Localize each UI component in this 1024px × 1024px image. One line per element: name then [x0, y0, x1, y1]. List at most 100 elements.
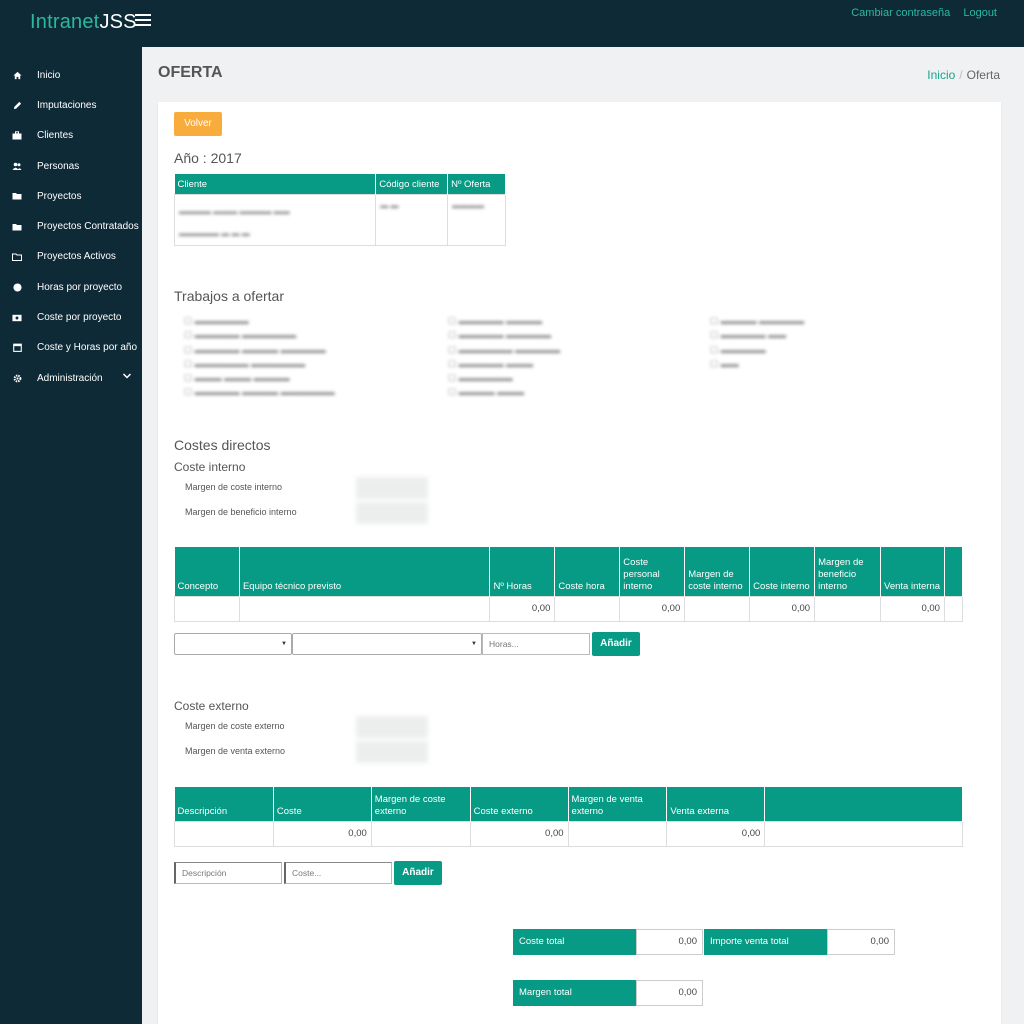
table-cell: ▬ ▬ — [375, 193, 449, 246]
margen-coste-interno-input[interactable] — [356, 477, 428, 499]
margen-total-box: Margen total 0,00 — [513, 980, 703, 1006]
sidebar-item-label: Proyectos Contratados — [37, 221, 139, 233]
sidebar-item-inicio[interactable]: Inicio — [0, 60, 142, 90]
sidebar-item-coste-horas-por-ano[interactable]: Coste y Horas por año — [0, 333, 142, 363]
table-cell: 0,00 — [272, 820, 372, 847]
back-button[interactable]: Volver — [174, 112, 222, 136]
briefcase-icon — [12, 131, 22, 141]
sidebar-item-clientes[interactable]: Clientes — [0, 121, 142, 151]
money-icon — [12, 313, 22, 323]
client-table: Cliente Código cliente Nº Oferta ▬▬▬▬ ▬▬… — [173, 174, 506, 246]
table-header: Coste — [273, 787, 372, 821]
pencil-icon — [12, 100, 22, 110]
table-row: 0,00 0,00 0,00 0,00 — [174, 595, 964, 622]
menu-toggle-icon[interactable] — [135, 14, 151, 28]
sidebar-item-personas[interactable]: Personas — [0, 151, 142, 181]
coste-total-label: Coste total — [513, 929, 636, 955]
table-header: Venta externa — [666, 787, 766, 821]
margen-beneficio-interno-label: Margen de beneficio interno — [185, 507, 297, 517]
brand-logo[interactable]: IntranetJSS — [30, 11, 137, 34]
importe-venta-total-label: Importe venta total — [704, 929, 827, 955]
breadcrumb: Inicio / Oferta — [927, 68, 1000, 82]
margen-venta-externo-input[interactable] — [356, 741, 428, 763]
add-external-button[interactable]: Añadir — [394, 861, 442, 885]
logout-link[interactable]: Logout — [963, 7, 997, 19]
table-cell: 0,00 — [469, 820, 569, 847]
trabajos-column: ☐ ▬▬▬▬▬ ▬▬▬▬ ☐ ▬▬▬▬▬ ▬▬▬▬▬ ☐ ▬▬▬▬▬▬ ▬▬▬▬▬ ☐… — [448, 316, 561, 398]
sidebar-item-label: Imputaciones — [37, 99, 97, 111]
sidebar-item-label: Administración — [37, 372, 103, 384]
importe-venta-total-box: Importe venta total 0,00 — [704, 929, 895, 955]
concepto-select[interactable]: ▼ — [174, 633, 292, 655]
caret-down-icon: ▼ — [471, 641, 477, 647]
main-content: OFERTA Inicio / Oferta Volver Año : 2017 C… — [142, 47, 1024, 1024]
table-header: Equipo técnico previsto — [239, 547, 491, 596]
table-header: Margen de beneficio interno — [814, 547, 882, 596]
table-header: Código cliente — [375, 174, 449, 194]
sidebar: Inicio Imputaciones Clientes Personas Pr… — [0, 47, 142, 1024]
sidebar-item-proyectos[interactable]: Proyectos — [0, 181, 142, 211]
year-heading: Año : 2017 — [174, 150, 242, 166]
breadcrumb-current: Oferta — [966, 68, 1000, 82]
margen-coste-externo-label: Margen de coste externo — [185, 721, 285, 731]
coste-input[interactable]: Coste... — [284, 862, 392, 884]
table-header: Cliente — [174, 174, 377, 194]
sidebar-item-label: Personas — [37, 160, 80, 172]
breadcrumb-home-link[interactable]: Inicio — [927, 68, 955, 82]
margen-coste-interno-label: Margen de coste interno — [185, 482, 283, 492]
top-links: Cambiar contraseña Logout — [841, 7, 997, 19]
table-cell: 0,00 — [749, 595, 816, 622]
folder-open-icon — [12, 252, 22, 262]
offer-card: Volver Año : 2017 Cliente Código cliente… — [158, 102, 1001, 1024]
page-title: OFERTA — [158, 64, 223, 81]
internal-cost-table: Concepto Equipo técnico previsto Nº Hora… — [174, 547, 964, 622]
equipo-select[interactable]: ▼ — [292, 633, 482, 655]
folder-icon — [12, 222, 22, 232]
home-icon — [12, 70, 22, 80]
margen-total-label: Margen total — [513, 980, 636, 1006]
coste-externo-heading: Coste externo — [174, 699, 249, 713]
table-header: Concepto — [174, 547, 240, 596]
costes-directos-heading: Costes directos — [174, 437, 271, 453]
horas-input[interactable]: Horas... — [482, 633, 590, 655]
sidebar-item-administracion[interactable]: Administración — [0, 363, 142, 393]
table-header: Coste interno — [749, 547, 816, 596]
trabajos-column: ☐ ▬▬▬▬ ▬▬▬▬▬ ☐ ▬▬▬▬▬ ▬▬ ☐ ▬▬▬▬▬ ☐ ▬▬ — [710, 316, 805, 369]
table-cell: 0,00 — [880, 595, 945, 622]
table-row: 0,00 0,00 0,00 — [174, 820, 963, 847]
sidebar-item-label: Coste por proyecto — [37, 312, 122, 324]
table-cell — [174, 820, 274, 847]
sidebar-item-coste-por-proyecto[interactable]: Coste por proyecto — [0, 302, 142, 332]
table-header: Coste personal interno — [619, 547, 686, 596]
breadcrumb-separator: / — [959, 68, 963, 82]
clock-icon — [12, 282, 22, 292]
add-internal-button[interactable]: Añadir — [592, 632, 640, 656]
descripcion-input[interactable]: Descripción — [174, 862, 282, 884]
table-cell — [567, 820, 668, 847]
sidebar-item-label: Proyectos — [37, 190, 82, 202]
table-header — [944, 547, 964, 596]
trabajos-heading: Trabajos a ofertar — [174, 288, 284, 304]
table-cell — [370, 820, 471, 847]
margen-beneficio-interno-input[interactable] — [356, 502, 428, 524]
table-cell — [943, 595, 964, 622]
table-cell — [684, 595, 751, 622]
sidebar-item-proyectos-activos[interactable]: Proyectos Activos — [0, 242, 142, 272]
sidebar-item-proyectos-contratados[interactable]: Proyectos Contratados — [0, 211, 142, 241]
table-cell: 0,00 — [619, 595, 686, 622]
table-header — [764, 787, 963, 821]
sidebar-item-label: Coste y Horas por año — [37, 342, 138, 354]
calendar-icon — [12, 343, 22, 353]
table-header: Margen de coste externo — [371, 787, 471, 821]
sidebar-item-imputaciones[interactable]: Imputaciones — [0, 90, 142, 120]
table-cell — [238, 595, 491, 622]
gear-icon — [12, 373, 22, 383]
margen-total-value: 0,00 — [636, 980, 703, 1006]
sidebar-item-label: Clientes — [37, 130, 74, 142]
sidebar-item-horas-por-proyecto[interactable]: Horas por proyecto — [0, 272, 142, 302]
table-cell: 0,00 — [489, 595, 556, 622]
margen-coste-externo-input[interactable] — [356, 716, 428, 738]
folder-icon — [12, 191, 22, 201]
change-password-link[interactable]: Cambiar contraseña — [851, 7, 950, 19]
table-header: Coste hora — [554, 547, 621, 596]
